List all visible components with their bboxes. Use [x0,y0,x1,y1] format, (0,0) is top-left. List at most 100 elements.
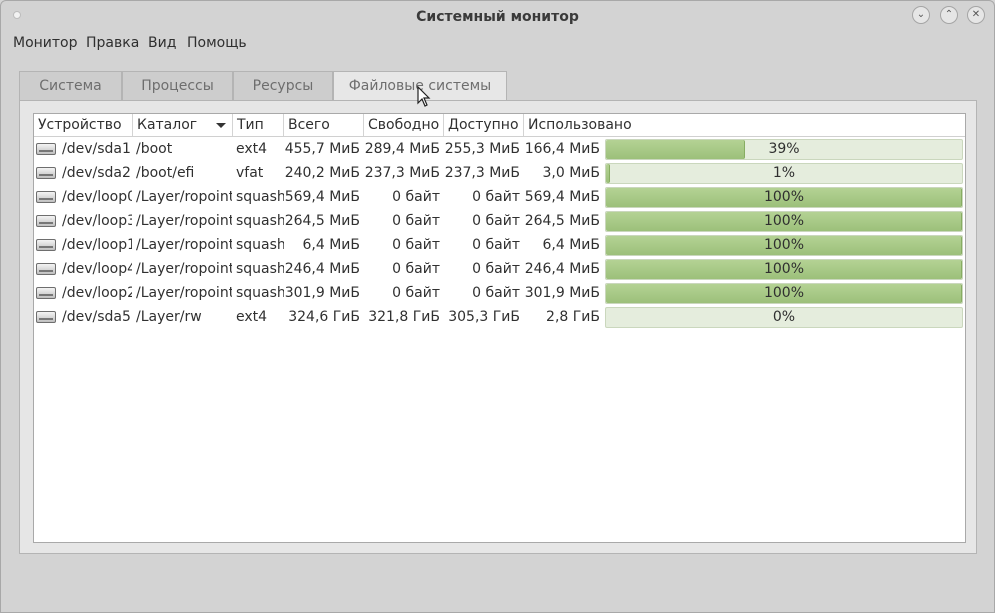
usage-bar: 100% [605,283,963,304]
table-row[interactable]: /dev/loop4/Layer/ropoints squash 246,4 МиБ… [34,257,965,281]
tab-bar: Система Процессы Ресурсы Файловые систем… [19,71,977,102]
drive-icon [36,143,56,155]
usage-bar: 100% [605,235,963,256]
table-row[interactable]: /dev/loop2/Layer/ropoints squash 301,9 МиБ… [34,281,965,305]
directory-cell: /Layer/ropoints [136,189,232,205]
total-cell: 240,2 МиБ [284,165,360,181]
table-row[interactable]: /dev/loop0/Layer/ropoints squash 569,4 МиБ… [34,185,965,209]
drive-icon [36,287,56,299]
type-cell: squash [236,213,284,229]
device-cell: /dev/loop2 [62,285,132,301]
menu-view[interactable]: Вид [148,35,176,51]
free-cell: 0 байт [392,189,440,205]
usage-percent: 1% [772,165,796,181]
drive-icon [36,263,56,275]
usage-percent: 0% [772,309,796,325]
usage-percent: 100% [763,261,805,277]
table-row[interactable]: /dev/loop3/Layer/ropoints squash 264,5 МиБ… [34,209,965,233]
device-cell: /dev/sda2 [62,165,131,181]
column-free[interactable]: Свободно [364,114,444,136]
close-button[interactable]: ✕ [967,6,985,24]
menu-monitor[interactable]: Монитор [13,35,78,51]
device-cell: /dev/sda1 [62,141,131,157]
type-cell: squash [236,261,284,277]
usage-percent: 100% [763,285,805,301]
used-cell: 3,0 МиБ [542,165,601,181]
table-row[interactable]: /dev/sda5/Layer/rw ext4 324,6 ГиБ 321,8 ГиБ… [34,305,965,329]
used-cell: 246,4 МиБ [524,261,600,277]
available-cell: 0 байт [472,285,520,301]
usage-percent: 100% [763,237,805,253]
free-cell: 0 байт [392,285,440,301]
menu-edit[interactable]: Правка [86,35,139,51]
device-cell: /dev/sda5 [62,309,131,325]
sort-down-icon [216,123,226,128]
free-cell: 321,8 ГиБ [368,309,440,325]
total-cell: 246,4 МиБ [284,261,360,277]
available-cell: 305,3 ГиБ [448,309,520,325]
column-directory[interactable]: Каталог [133,114,233,136]
window-title: Системный монитор [416,9,579,25]
filesystems-panel: Устройство Каталог Тип Всего Свободно До… [19,100,977,554]
used-cell: 264,5 МиБ [524,213,600,229]
usage-bar: 100% [605,259,963,280]
directory-cell: /Layer/rw [136,309,202,325]
tab-resources[interactable]: Ресурсы [233,71,333,100]
notebook: Система Процессы Ресурсы Файловые систем… [19,71,977,554]
mouse-cursor-icon [417,86,431,107]
device-cell: /dev/loop1 [62,237,132,253]
tab-processes[interactable]: Процессы [122,71,233,100]
table-row[interactable]: /dev/loop1/Layer/ropoints squash 6,4 МиБ 0 … [34,233,965,257]
table-row[interactable]: /dev/sda2/boot/efi vfat 240,2 МиБ 237,3 МиБ… [34,161,965,185]
drive-icon [36,239,56,251]
usage-percent: 100% [763,213,805,229]
directory-cell: /Layer/ropoints [136,213,232,229]
table-header: Устройство Каталог Тип Всего Свободно До… [34,114,965,137]
menu-help[interactable]: Помощь [187,35,247,51]
device-cell: /dev/loop0 [62,189,132,205]
device-cell: /dev/loop4 [62,261,132,277]
column-device[interactable]: Устройство [34,114,133,136]
used-cell: 166,4 МиБ [524,141,600,157]
filesystems-table[interactable]: Устройство Каталог Тип Всего Свободно До… [33,113,966,543]
available-cell: 0 байт [472,213,520,229]
titlebar[interactable]: Системный монитор [1,1,994,33]
used-cell: 2,8 ГиБ [546,309,600,325]
table-row[interactable]: /dev/sda1/boot ext4 455,7 МиБ 289,4 МиБ 255,… [34,137,965,161]
type-cell: squash [236,285,284,301]
free-cell: 0 байт [392,213,440,229]
available-cell: 0 байт [472,189,520,205]
total-cell: 264,5 МиБ [284,213,360,229]
drive-icon [36,191,56,203]
column-used[interactable]: Использовано [524,114,965,136]
tab-system[interactable]: Система [19,71,122,100]
column-total[interactable]: Всего [284,114,364,136]
column-type[interactable]: Тип [233,114,284,136]
drive-icon [36,215,56,227]
close-icon: ✕ [971,9,981,20]
free-cell: 0 байт [392,261,440,277]
available-cell: 237,3 МиБ [444,165,520,181]
minimize-button[interactable]: ⌄ [912,6,930,24]
free-cell: 0 байт [392,237,440,253]
used-cell: 569,4 МиБ [524,189,600,205]
usage-bar: 39% [605,139,963,160]
available-cell: 0 байт [472,237,520,253]
column-directory-label: Каталог [137,117,198,133]
type-cell: ext4 [236,141,268,157]
type-cell: squash [236,189,284,205]
maximize-button[interactable]: ⌃ [940,6,958,24]
used-cell: 301,9 МиБ [524,285,600,301]
type-cell: ext4 [236,309,268,325]
window-menu-icon[interactable] [13,11,21,19]
used-cell: 6,4 МиБ [542,237,601,253]
available-cell: 255,3 МиБ [444,141,520,157]
directory-cell: /boot/efi [136,165,195,181]
total-cell: 301,9 МиБ [284,285,360,301]
drive-icon [36,311,56,323]
device-cell: /dev/loop3 [62,213,132,229]
usage-bar: 100% [605,187,963,208]
chevron-down-icon: ⌄ [916,9,926,20]
total-cell: 6,4 МиБ [302,237,361,253]
column-available[interactable]: Доступно [444,114,524,136]
